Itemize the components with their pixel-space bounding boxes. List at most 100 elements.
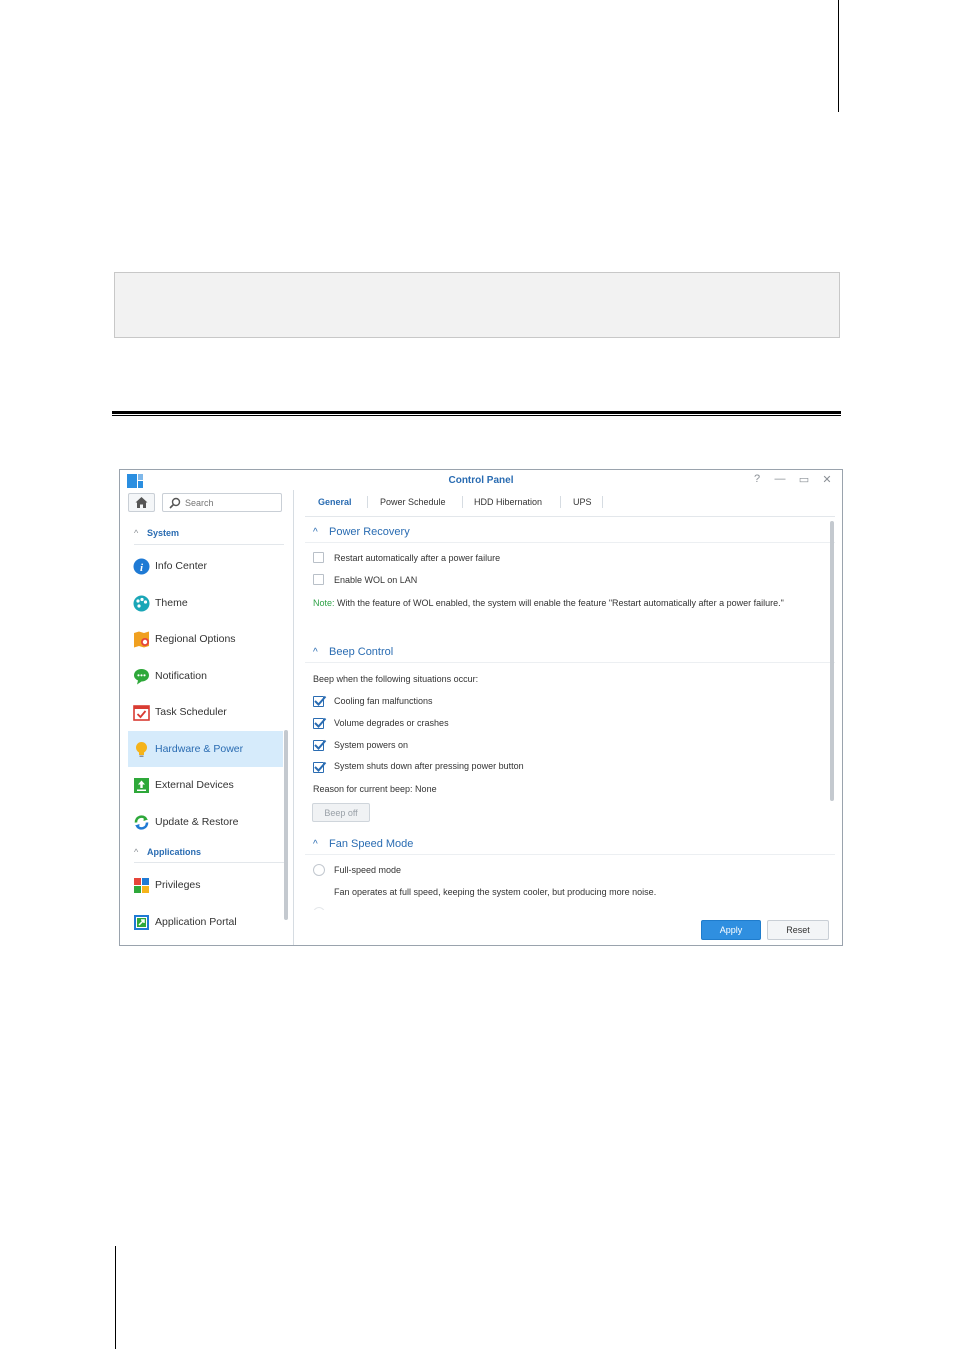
note-text: With the feature of WOL enabled, the sys… [334,598,784,608]
sidebar-item-hardware-power[interactable]: Hardware & Power [128,731,283,767]
help-icon[interactable]: ? [750,473,764,485]
sidebar-item-label: Privileges [155,879,201,891]
note-label: Note: [313,598,335,608]
sidebar-item-update-restore[interactable]: Update & Restore [128,804,283,840]
beep-off-button[interactable]: Beep off [312,803,370,822]
chevron-up-icon: ^ [134,528,139,538]
refresh-icon [134,815,149,830]
section-header-applications[interactable]: ^ Applications [134,847,201,857]
sidebar: ^ System i Info Center Theme Regional Opt… [120,490,294,945]
beep-reason: Reason for current beep: None [313,784,437,794]
tab-separator [367,496,368,508]
sidebar-item-label: Application Portal [155,916,237,928]
divider [134,862,284,863]
tab-bar: General Power Schedule HDD Hibernation U… [305,490,835,517]
control-panel-window: Control Panel ? — ▭ ✕ ^ System i Info Cen… [119,469,843,946]
group-title: Fan Speed Mode [329,838,414,850]
tab-separator [602,496,603,508]
checkbox-label: System shuts down after pressing power b… [334,761,524,771]
chevron-up-icon: ^ [134,847,139,857]
sidebar-item-label: Info Center [155,560,207,572]
palette-icon [133,595,150,612]
tab-separator [560,496,561,508]
sidebar-item-label: Regional Options [155,633,236,645]
title-bar[interactable]: Control Panel ? — ▭ ✕ [120,470,842,490]
shaded-note-box [114,272,840,338]
divider [305,854,835,855]
calendar-check-icon [133,705,150,721]
page-margin-rule-top [838,0,839,112]
sidebar-item-external-devices[interactable]: External Devices [128,767,283,803]
reset-button[interactable]: Reset [767,920,829,940]
tab-hdd-hibernation[interactable]: HDD Hibernation [474,497,542,507]
cooling-fan-checkbox[interactable] [313,695,327,707]
tab-ups[interactable]: UPS [573,497,592,507]
sidebar-item-info-center[interactable]: i Info Center [128,548,283,584]
search-input[interactable] [185,495,277,510]
checkmark-icon [314,717,327,728]
section-rule [112,411,841,414]
home-button[interactable] [128,493,155,512]
page-margin-rule-bottom [115,1246,116,1349]
sidebar-item-privileges[interactable]: Privileges [128,867,283,903]
sidebar-item-application-portal[interactable]: Application Portal [128,904,283,940]
divider [134,544,284,545]
maximize-icon[interactable]: ▭ [797,473,811,486]
checkbox-label: Volume degrades or crashes [334,718,449,728]
sidebar-scrollbar[interactable] [284,730,288,920]
sidebar-item-label: Update & Restore [155,816,239,828]
sidebar-item-theme[interactable]: Theme [128,585,283,621]
sidebar-item-label: Notification [155,670,207,682]
checkmark-icon [314,695,327,706]
sidebar-item-regional-options[interactable]: Regional Options [128,621,283,657]
group-header-beep-control[interactable]: ^ Beep Control [313,646,393,658]
checkbox-label: System powers on [334,740,409,750]
home-icon [135,497,148,508]
app-portal-icon [134,915,149,930]
chevron-up-icon: ^ [313,647,318,658]
minimize-icon[interactable]: — [773,473,787,485]
group-title: Beep Control [329,646,394,658]
tab-power-schedule[interactable]: Power Schedule [380,497,446,507]
sidebar-item-notification[interactable]: Notification [128,658,283,694]
chevron-up-icon: ^ [313,839,318,850]
group-header-fan-speed-mode[interactable]: ^ Fan Speed Mode [313,838,413,850]
sidebar-item-label: Hardware & Power [155,743,244,755]
group-title: Power Recovery [329,526,410,538]
radio-label: Full-speed mode [334,865,402,875]
content-scrollbar[interactable] [830,521,834,801]
sidebar-item-label: External Devices [155,779,234,791]
lightbulb-icon [136,742,147,757]
chat-bubble-icon [134,669,149,685]
full-speed-mode-radio[interactable] [313,864,325,876]
shutdown-power-button-checkbox[interactable] [313,761,327,773]
checkbox-label: Cooling fan malfunctions [334,696,433,706]
info-icon: i [133,558,150,575]
sidebar-item-label: Theme [155,597,188,609]
divider [305,542,835,543]
privileges-grid-icon [134,878,149,893]
regional-options-icon [134,631,149,648]
close-icon[interactable]: ✕ [820,473,834,486]
apply-button[interactable]: Apply [701,920,761,940]
sidebar-item-task-scheduler[interactable]: Task Scheduler [128,694,283,730]
section-label: Applications [147,847,202,857]
system-powers-on-checkbox[interactable] [313,739,327,751]
section-header-system[interactable]: ^ System [134,528,179,538]
tab-separator [462,496,463,508]
beep-intro: Beep when the following situations occur… [313,674,479,684]
radio-description: Fan operates at full speed, keeping the … [334,887,657,897]
volume-degrades-checkbox[interactable] [313,717,327,729]
restart-after-power-failure-checkbox[interactable] [313,552,324,563]
search-box[interactable] [162,493,282,512]
wol-note: Note: With the feature of WOL enabled, t… [313,596,818,610]
enable-wol-checkbox[interactable] [313,574,324,585]
tab-general[interactable]: General [318,497,352,507]
search-icon [169,497,181,509]
section-rule-thin [112,415,841,416]
checkmark-icon [314,761,327,772]
sidebar-item-label: Task Scheduler [155,706,227,718]
general-settings-panel: ^ Power Recovery Restart automatically af… [305,518,835,910]
group-header-power-recovery[interactable]: ^ Power Recovery [313,526,410,538]
section-label: System [147,528,180,538]
